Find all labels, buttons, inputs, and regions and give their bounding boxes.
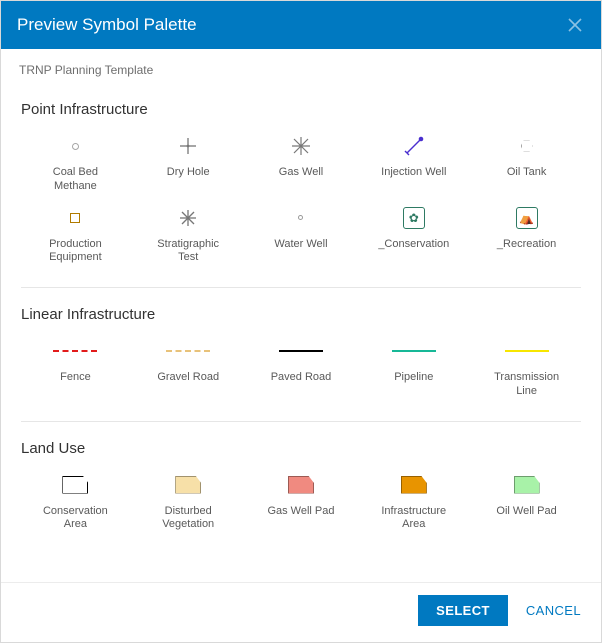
symbol-pipeline[interactable]: Pipeline [359,337,468,399]
symbol-paved-road[interactable]: Paved Road [247,337,356,399]
symbol-label: Disturbed Vegetation [148,505,228,533]
symbol-label: Conservation Area [35,505,115,533]
symbol-infrastructure-area[interactable]: Infrastructure Area [359,471,468,533]
dialog-content: Point Infrastructure Coal Bed Methane Dr… [1,83,601,582]
symbol-transmission-line[interactable]: Transmission Line [472,337,581,399]
water-well-icon [277,204,325,232]
symbol-label: Coal Bed Methane [35,166,115,194]
injection-well-icon [390,132,438,160]
symbol-gas-well-pad[interactable]: Gas Well Pad [247,471,356,533]
symbol-label: Gravel Road [157,371,219,385]
symbol-label: _Conservation [378,238,449,252]
oil-well-pad-icon [503,471,551,499]
dialog-footer: SELECT CANCEL [1,582,601,642]
section-title: Point Infrastructure [21,101,581,118]
symbol-label: Stratigraphic Test [148,238,228,266]
paved-road-icon [277,337,325,365]
section-title: Linear Infrastructure [21,306,581,323]
symbol-label: _Recreation [497,238,556,252]
symbol-stratigraphic-test[interactable]: Stratigraphic Test [134,204,243,266]
symbol-fence[interactable]: Fence [21,337,130,399]
pipeline-icon [390,337,438,365]
symbol-label: Fence [60,371,91,385]
recreation-icon: ⛺ [503,204,551,232]
symbol-conservation-point[interactable]: ✿ _Conservation [359,204,468,266]
symbol-water-well[interactable]: Water Well [247,204,356,266]
cancel-button[interactable]: CANCEL [526,603,581,618]
coal-bed-methane-icon [51,132,99,160]
symbol-oil-well-pad[interactable]: Oil Well Pad [472,471,581,533]
symbol-dry-hole[interactable]: Dry Hole [134,132,243,194]
section-land-use: Land Use Conservation Area Disturbed Veg… [21,440,581,533]
symbol-label: Paved Road [271,371,332,385]
section-title: Land Use [21,440,581,457]
section-point-infrastructure: Point Infrastructure Coal Bed Methane Dr… [21,101,581,265]
stratigraphic-test-icon [164,204,212,232]
close-icon[interactable] [565,15,585,35]
symbol-label: Pipeline [394,371,433,385]
symbol-label: Production Equipment [35,238,115,266]
symbol-label: Water Well [274,238,327,252]
symbol-oil-tank[interactable]: Oil Tank [472,132,581,194]
conservation-icon: ✿ [390,204,438,232]
symbol-injection-well[interactable]: Injection Well [359,132,468,194]
dry-hole-icon [164,132,212,160]
symbol-disturbed-vegetation[interactable]: Disturbed Vegetation [134,471,243,533]
symbol-gravel-road[interactable]: Gravel Road [134,337,243,399]
symbol-palette-dialog: Preview Symbol Palette TRNP Planning Tem… [0,0,602,643]
section-divider [21,421,581,422]
symbol-recreation-point[interactable]: ⛺ _Recreation [472,204,581,266]
gravel-road-icon [164,337,212,365]
symbol-label: Gas Well [279,166,323,180]
symbol-label: Injection Well [381,166,446,180]
infrastructure-area-icon [390,471,438,499]
gas-well-pad-icon [277,471,325,499]
dialog-title: Preview Symbol Palette [17,15,565,35]
select-button[interactable]: SELECT [418,595,508,626]
symbol-conservation-area[interactable]: Conservation Area [21,471,130,533]
template-name: TRNP Planning Template [1,49,601,83]
conservation-area-icon [51,471,99,499]
symbol-label: Dry Hole [167,166,210,180]
production-equipment-icon [51,204,99,232]
gas-well-icon [277,132,325,160]
disturbed-vegetation-icon [164,471,212,499]
symbol-label: Oil Well Pad [496,505,556,519]
titlebar: Preview Symbol Palette [1,1,601,49]
fence-icon [51,337,99,365]
symbol-production-equipment[interactable]: Production Equipment [21,204,130,266]
symbol-label: Transmission Line [487,371,567,399]
symbol-label: Gas Well Pad [267,505,334,519]
section-linear-infrastructure: Linear Infrastructure Fence Gravel Road … [21,306,581,399]
symbol-label: Infrastructure Area [374,505,454,533]
section-divider [21,287,581,288]
oil-tank-icon [503,132,551,160]
symbol-label: Oil Tank [507,166,547,180]
symbol-gas-well[interactable]: Gas Well [247,132,356,194]
transmission-line-icon [503,337,551,365]
symbol-coal-bed-methane[interactable]: Coal Bed Methane [21,132,130,194]
